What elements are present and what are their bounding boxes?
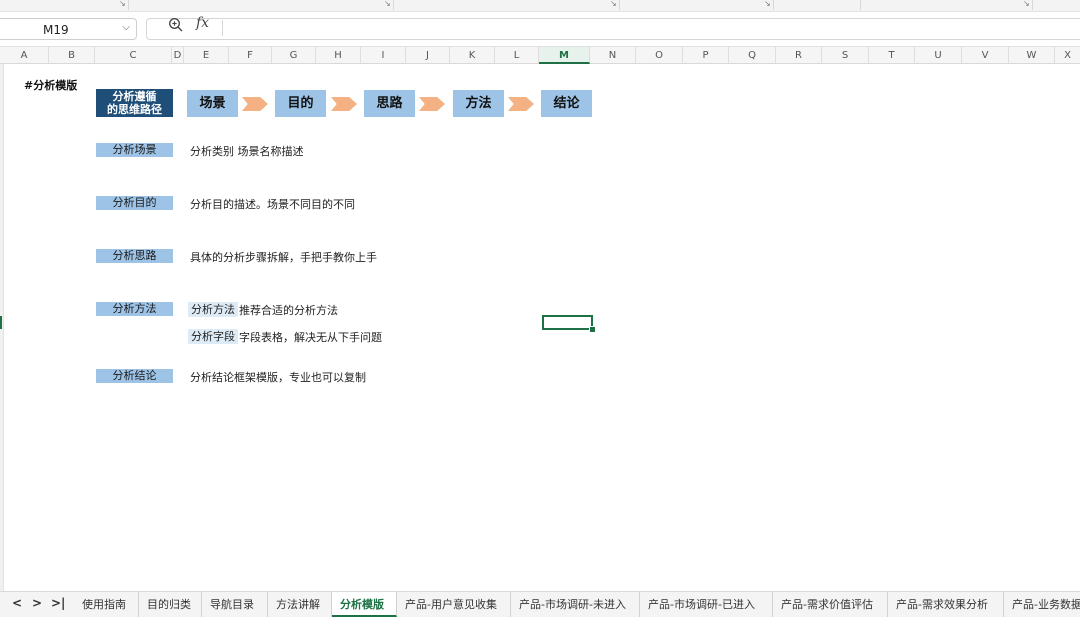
sheet-tab[interactable]: 分析模版 (332, 592, 397, 617)
column-header-v[interactable]: V (962, 47, 1009, 64)
column-header-c[interactable]: C (95, 47, 172, 64)
ribbon-strip: ↘ ↘ ↘ ↘ ↘ (0, 0, 1080, 12)
column-header-i[interactable]: I (361, 47, 406, 64)
column-header-u[interactable]: U (915, 47, 962, 64)
ribbon-divider (1032, 0, 1033, 10)
sheet-tab[interactable]: 导航目录 (202, 592, 268, 617)
method-sub-desc[interactable]: 推荐合适的分析方法 (239, 302, 338, 318)
column-header-a[interactable]: A (0, 47, 49, 64)
tab-scroll-last-icon[interactable]: >| (51, 596, 65, 610)
tab-scroll-prev-icon[interactable]: < (12, 596, 22, 610)
tab-scroll-next-icon[interactable]: > (32, 596, 42, 610)
fill-handle[interactable] (589, 326, 596, 333)
sheet-tab-bar: < > >| 使用指南 目的归类 导航目录 方法讲解 分析模版 产品-用户意见收集 产品-市场调研… (0, 591, 1080, 617)
column-header-e[interactable]: E (184, 47, 229, 64)
column-header-f[interactable]: F (229, 47, 272, 64)
flow-step-scene[interactable]: 场景 (187, 90, 238, 117)
section-label-method[interactable]: 分析方法 (96, 302, 173, 316)
column-header-j[interactable]: J (406, 47, 450, 64)
sheet-tab[interactable]: 使用指南 (74, 592, 139, 617)
ribbon-divider (619, 0, 620, 10)
sheet-tab[interactable]: 目的归类 (139, 592, 202, 617)
sheet-tab[interactable]: 方法讲解 (268, 592, 332, 617)
column-header-g[interactable]: G (272, 47, 316, 64)
chevron-down-icon[interactable]: ⌵ (122, 22, 130, 33)
name-box[interactable]: M19 ⌵ (0, 18, 137, 40)
column-header-w[interactable]: W (1009, 47, 1055, 64)
field-sub-tag[interactable]: 分析字段 (188, 329, 238, 344)
active-cell-selection[interactable] (542, 315, 593, 330)
ribbon-divider (773, 0, 774, 10)
section-desc-conclusion[interactable]: 分析结论框架模版，专业也可以复制 (190, 369, 366, 385)
column-header-l[interactable]: L (495, 47, 539, 64)
ribbon-divider (393, 0, 394, 10)
column-header-o[interactable]: O (636, 47, 683, 64)
sheet-tab[interactable]: 产品-业务数据 (1004, 592, 1080, 617)
formula-bar: M19 ⌵ (0, 12, 1080, 46)
field-sub-desc[interactable]: 字段表格，解决无从下手问题 (239, 329, 382, 345)
ribbon-expand-icon[interactable]: ↘ (119, 0, 126, 8)
function-icon[interactable]: fx (196, 15, 209, 31)
column-header-s[interactable]: S (822, 47, 869, 64)
column-header-b[interactable]: B (49, 47, 95, 64)
ribbon-divider (128, 0, 129, 10)
flow-step-goal[interactable]: 目的 (275, 90, 326, 117)
sheet-tab[interactable]: 产品-市场调研-未进入 (511, 592, 640, 617)
column-header-r[interactable]: R (776, 47, 822, 64)
column-header-q[interactable]: Q (729, 47, 776, 64)
cell-reference: M19 (43, 23, 69, 37)
flow-step-method[interactable]: 方法 (453, 90, 504, 117)
sheet-tab[interactable]: 产品-需求价值评估 (773, 592, 888, 617)
zoom-in-icon[interactable] (168, 17, 184, 33)
ribbon-expand-icon[interactable]: ↘ (1023, 0, 1030, 8)
flow-head-cell[interactable]: 分析遵循 的思维路径 (96, 89, 173, 117)
sheet-tab[interactable]: 产品-需求效果分析 (888, 592, 1004, 617)
sheet-tab[interactable]: 产品-用户意见收集 (397, 592, 511, 617)
section-label-goal[interactable]: 分析目的 (96, 196, 173, 210)
column-header-m[interactable]: M (539, 47, 590, 64)
sheet-title: #分析模版 (24, 79, 78, 92)
method-sub-tag[interactable]: 分析方法 (188, 302, 238, 317)
section-desc-goal[interactable]: 分析目的描述。场景不同目的不同 (190, 196, 355, 212)
ribbon-expand-icon[interactable]: ↘ (764, 0, 771, 8)
ribbon-expand-icon[interactable]: ↘ (610, 0, 617, 8)
active-row-marker (0, 316, 2, 329)
column-header-row: ABCDEFGHIJKLMNOPQRSTUVWX (0, 46, 1080, 64)
ribbon-expand-icon[interactable]: ↘ (384, 0, 391, 8)
flow-step-approach[interactable]: 思路 (364, 90, 415, 117)
section-desc-approach[interactable]: 具体的分析步骤拆解，手把手教你上手 (190, 249, 377, 265)
column-header-p[interactable]: P (683, 47, 729, 64)
sheet-tab[interactable]: 产品-市场调研-已进入 (640, 592, 773, 617)
flow-head-line-2: 的思维路径 (107, 103, 162, 116)
section-label-approach[interactable]: 分析思路 (96, 249, 173, 263)
flow-head-line-1: 分析遵循 (112, 90, 157, 103)
formula-divider (222, 20, 223, 36)
section-desc-scene[interactable]: 分析类别 场景名称描述 (190, 143, 304, 159)
column-header-h[interactable]: H (316, 47, 361, 64)
column-header-t[interactable]: T (869, 47, 915, 64)
flow-step-conclusion[interactable]: 结论 (541, 90, 592, 117)
column-header-k[interactable]: K (450, 47, 495, 64)
column-header-x[interactable]: X (1055, 47, 1080, 64)
ribbon-divider (860, 0, 861, 10)
column-header-d[interactable]: D (172, 47, 184, 64)
section-label-conclusion[interactable]: 分析结论 (96, 369, 173, 383)
section-label-scene[interactable]: 分析场景 (96, 143, 173, 157)
formula-input[interactable] (146, 18, 1080, 40)
column-header-n[interactable]: N (590, 47, 636, 64)
